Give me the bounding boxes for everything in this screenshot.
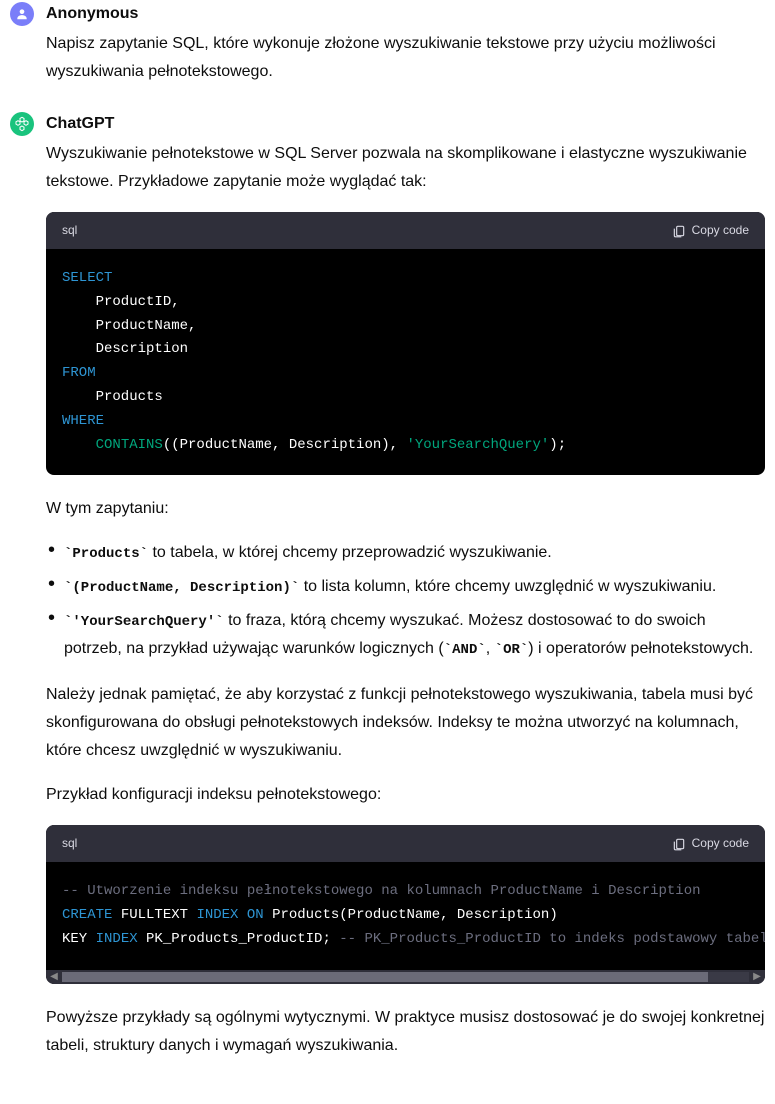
code-block-2: sql Copy code -- Utworzenie indeksu pełn… <box>46 825 765 983</box>
bot-p3: Należy jednak pamiętać, że aby korzystać… <box>46 681 765 765</box>
inline-code: `AND` <box>444 642 486 658</box>
bot-p4: Przykład konfiguracji indeksu pełnotekst… <box>46 781 765 809</box>
copy-label: Copy code <box>692 833 749 854</box>
code-header: sql Copy code <box>46 825 765 862</box>
user-content: Anonymous Napisz zapytanie SQL, które wy… <box>46 0 765 86</box>
list-item: `(ProductName, Description)` to lista ko… <box>46 573 765 601</box>
user-author: Anonymous <box>46 0 765 28</box>
clipboard-icon <box>672 837 686 851</box>
scroll-thumb[interactable] <box>62 972 708 982</box>
inline-code: `(ProductName, Description)` <box>64 580 299 596</box>
clipboard-icon <box>672 224 686 238</box>
scroll-track[interactable] <box>62 972 749 982</box>
openai-icon <box>14 116 30 132</box>
bot-p5: Powyższe przykłady są ogólnymi wytycznym… <box>46 1004 765 1060</box>
copy-button[interactable]: Copy code <box>672 833 749 854</box>
bot-p2: W tym zapytaniu: <box>46 495 765 523</box>
bot-body: Wyszukiwanie pełnotekstowe w SQL Server … <box>46 140 765 1060</box>
copy-button[interactable]: Copy code <box>672 220 749 241</box>
horizontal-scrollbar[interactable]: ◀ ▶ <box>46 970 765 984</box>
bot-p1: Wyszukiwanie pełnotekstowe w SQL Server … <box>46 140 765 196</box>
list-item: `'YourSearchQuery'` to fraza, którą chce… <box>46 607 765 663</box>
code-lang: sql <box>62 220 77 241</box>
inline-code: `OR` <box>495 642 529 658</box>
bot-author: ChatGPT <box>46 110 765 138</box>
bot-avatar <box>10 112 34 136</box>
user-message: Anonymous Napisz zapytanie SQL, które wy… <box>0 0 775 86</box>
copy-label: Copy code <box>692 220 749 241</box>
user-text: Napisz zapytanie SQL, które wykonuje zło… <box>46 30 765 86</box>
scroll-right-arrow[interactable]: ▶ <box>751 971 763 983</box>
list-item: `Products` to tabela, w której chcemy pr… <box>46 539 765 567</box>
bullet-list: `Products` to tabela, w której chcemy pr… <box>46 539 765 663</box>
person-icon <box>15 7 29 21</box>
bot-message: ChatGPT Wyszukiwanie pełnotekstowe w SQL… <box>0 110 775 1060</box>
code-header: sql Copy code <box>46 212 765 249</box>
code-block-1: sql Copy code SELECT ProductID, ProductN… <box>46 212 765 475</box>
user-avatar <box>10 2 34 26</box>
inline-code: `'YourSearchQuery'` <box>64 614 224 630</box>
inline-code: `Products` <box>64 546 148 562</box>
bot-content: ChatGPT Wyszukiwanie pełnotekstowe w SQL… <box>46 110 765 1060</box>
scroll-left-arrow[interactable]: ◀ <box>48 971 60 983</box>
code-body-1[interactable]: SELECT ProductID, ProductName, Descripti… <box>46 249 765 475</box>
code-lang: sql <box>62 833 77 854</box>
code-body-2[interactable]: -- Utworzenie indeksu pełnotekstowego na… <box>46 862 765 969</box>
user-body: Napisz zapytanie SQL, które wykonuje zło… <box>46 30 765 86</box>
